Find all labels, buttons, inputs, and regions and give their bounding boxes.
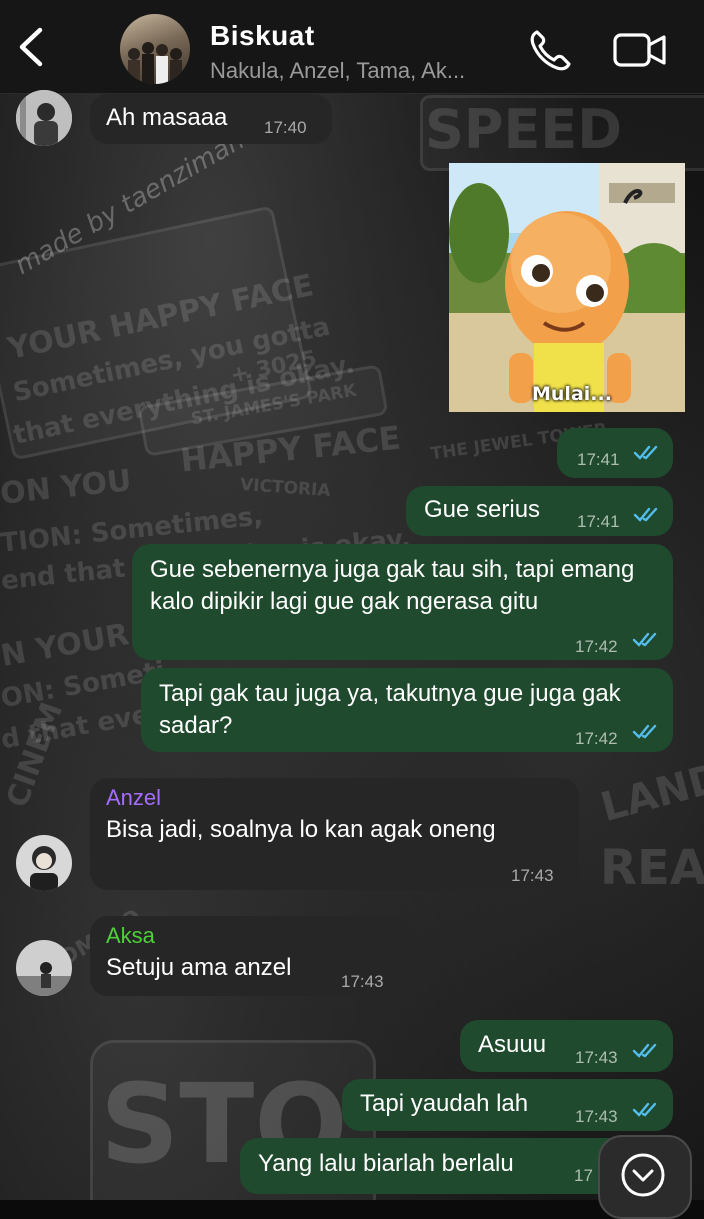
video-camera-icon[interactable] — [612, 30, 668, 70]
message-text: Ah masaaa — [106, 104, 228, 131]
chat-title[interactable]: Biskuat — [210, 20, 315, 52]
message-bubble[interactable]: Tapi yaudah lah 17:43 — [342, 1079, 673, 1131]
sender-name[interactable]: Anzel — [106, 784, 563, 812]
message-bubble[interactable]: Ah masaaa 17:40 — [90, 94, 332, 144]
message-bubble[interactable]: Asuuu 17:43 — [460, 1020, 673, 1072]
sender-name[interactable]: Aksa — [106, 922, 394, 950]
message-time: 17:43 — [575, 1107, 618, 1126]
message-time: 17:43 — [575, 1048, 618, 1067]
message-bubble[interactable]: Gue sebenernya juga gak tau sih, tapi em… — [132, 544, 673, 660]
avatar[interactable] — [16, 90, 72, 146]
message-bubble[interactable]: Gue serius 17:41 — [406, 486, 673, 536]
phone-icon[interactable] — [528, 28, 574, 72]
message-bubble[interactable]: 17:41 — [557, 428, 673, 478]
message-bubble[interactable]: Tapi gak tau juga ya, takutnya gue juga … — [141, 668, 673, 752]
group-avatar[interactable] — [120, 14, 190, 84]
group-members[interactable]: Nakula, Anzel, Tama, Ak... — [210, 58, 465, 84]
read-ticks-icon — [633, 507, 658, 522]
scroll-to-bottom-button[interactable] — [598, 1135, 692, 1219]
message-text: Yang lalu biarlah berlalu — [258, 1150, 514, 1177]
wallpaper-text: LAND — [596, 754, 704, 832]
message-time: 17:41 — [577, 450, 620, 469]
message-time: 17:42 — [575, 729, 618, 748]
wallpaper-text: CINEM — [0, 697, 71, 812]
read-ticks-icon — [632, 632, 657, 647]
message-time: 17:41 — [577, 512, 620, 531]
message-time: 17 — [574, 1166, 593, 1185]
wallpaper-text: VICTORIA — [239, 474, 332, 502]
avatar[interactable] — [16, 940, 72, 996]
read-ticks-icon — [632, 1102, 657, 1117]
message-time: 17:43 — [341, 972, 384, 991]
read-ticks-icon — [632, 724, 657, 739]
message-time: 17:40 — [264, 118, 307, 137]
image-message[interactable]: Mulai... — [449, 163, 685, 412]
wallpaper-text: SPEED — [425, 98, 623, 161]
read-ticks-icon — [633, 445, 658, 460]
message-text: Gue serius — [424, 496, 541, 523]
chevron-down-icon — [621, 1153, 665, 1197]
message-time: 17:43 — [511, 866, 554, 885]
wallpaper-text: READ — [600, 840, 704, 896]
message-text: Tapi yaudah lah — [360, 1090, 529, 1117]
message-bubble[interactable]: Aksa Setuju ama anzel 17:43 — [90, 916, 410, 996]
message-time: 17:42 — [575, 637, 618, 656]
chevron-left-icon[interactable] — [14, 26, 50, 68]
message-text: Asuuu — [478, 1031, 547, 1058]
chat-header: Biskuat Nakula, Anzel, Tama, Ak... — [0, 0, 704, 94]
image-caption: Mulai... — [532, 383, 612, 405]
message-text: Bisa jadi, soalnya lo kan agak oneng — [106, 816, 496, 843]
wallpaper-text: ON YOU — [0, 463, 134, 512]
read-ticks-icon — [632, 1043, 657, 1058]
message-bubble[interactable]: Anzel Bisa jadi, soalnya lo kan agak one… — [90, 778, 579, 890]
message-text: Gue sebenernya juga gak tau sih, tapi em… — [150, 556, 635, 615]
avatar[interactable] — [16, 835, 72, 891]
